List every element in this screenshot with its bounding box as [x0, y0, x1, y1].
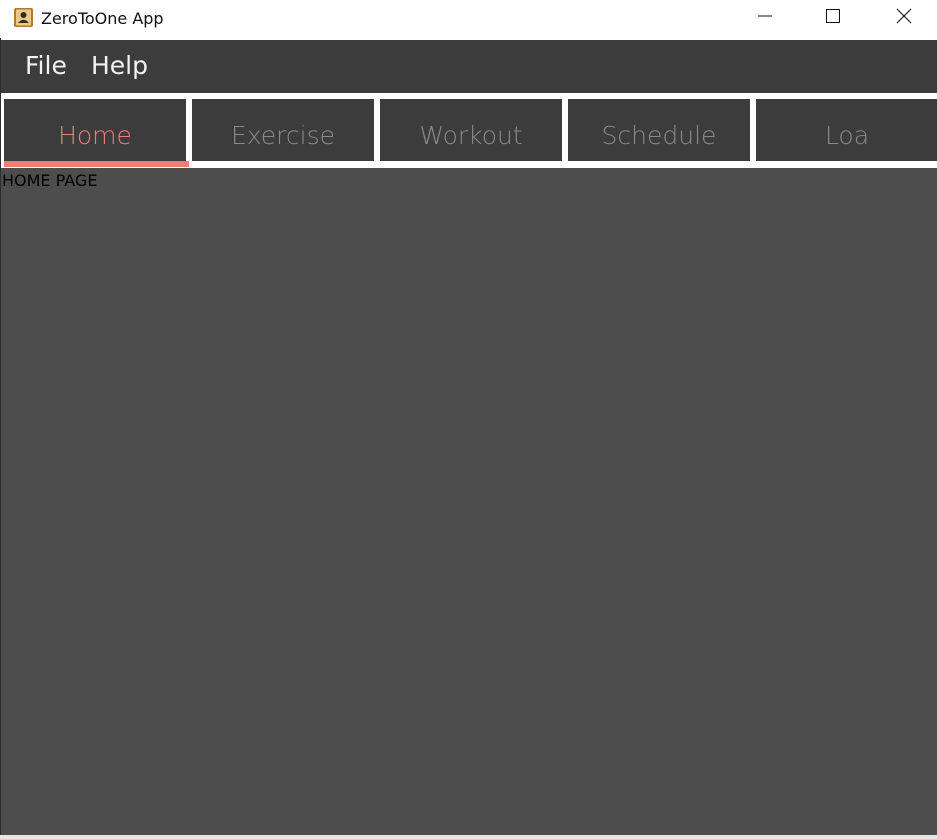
menu-help[interactable]: Help [91, 50, 148, 82]
tab-home[interactable]: Home [4, 99, 186, 161]
bottom-border [0, 835, 937, 839]
tab-label: Schedule [601, 120, 717, 150]
tab-label: Workout [419, 120, 523, 150]
maximize-button[interactable] [810, 0, 856, 36]
minimize-icon [757, 8, 773, 28]
tab-schedule[interactable]: Schedule [568, 99, 750, 161]
close-icon [896, 8, 912, 28]
app-window: ZeroToOne App File Help Home Exercise Wo… [0, 0, 937, 839]
close-button[interactable] [881, 0, 927, 36]
tab-workout[interactable]: Workout [380, 99, 562, 161]
title-bar[interactable]: ZeroToOne App [0, 0, 937, 38]
tab-exercise[interactable]: Exercise [192, 99, 374, 161]
menu-bar: File Help [1, 40, 937, 93]
minimize-button[interactable] [742, 0, 788, 36]
page-title: HOME PAGE [2, 171, 98, 190]
active-tab-indicator [4, 161, 189, 167]
tab-label: Loa [824, 120, 870, 150]
tab-label: Home [58, 120, 132, 150]
home-content: HOME PAGE [1, 168, 937, 835]
maximize-icon [825, 8, 841, 28]
menu-file[interactable]: File [25, 50, 67, 82]
tab-log[interactable]: Loa [756, 99, 937, 161]
tab-label: Exercise [230, 120, 336, 150]
window-title: ZeroToOne App [41, 9, 164, 28]
tab-strip: Home Exercise Workout Schedule Loa [1, 93, 937, 168]
contact-book-icon [13, 7, 34, 28]
